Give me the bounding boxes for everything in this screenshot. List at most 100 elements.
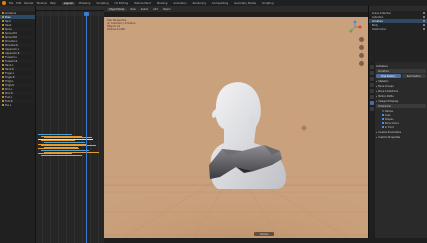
checkbox-icon[interactable] [382,118,384,120]
tool-tab-icon[interactable] [370,65,374,69]
menu-edit[interactable]: Edit [16,2,21,5]
bone-icon [2,92,4,94]
bone-icon [2,16,4,18]
tab-compositing[interactable]: Compositing [210,2,230,5]
tab-uv-editing[interactable]: UV Editing [113,2,131,5]
world-tab-icon[interactable] [370,89,374,93]
display-option-label: In Front [385,125,394,129]
vertices-stat: Vertices 12,456 [107,28,125,31]
bone-tab-icon[interactable] [370,107,374,111]
blender-logo-icon[interactable] [2,1,6,5]
visibility-eye-icon[interactable] [423,16,425,18]
grid-line [98,11,99,243]
pan-hand-icon[interactable] [359,45,364,50]
pose-position-button[interactable]: Pose Position [376,74,401,78]
rest-position-button[interactable]: Rest Position [401,74,426,78]
scene-tab-icon[interactable] [370,83,374,87]
outliner-row-label: Thigh.L [5,79,14,83]
section-inverse-kinematics[interactable]: Inverse Kinematics [376,130,426,134]
3d-cursor-icon[interactable] [301,125,307,131]
tab-geometry-nodes[interactable]: Geometry Nodes [232,2,258,5]
tab-rendering[interactable]: Rendering [191,2,208,5]
properties-object-name: Armature [376,64,388,68]
checkbox-icon[interactable] [382,126,384,128]
tab-animation[interactable]: Animation [171,2,188,5]
zoom-icon[interactable] [359,37,364,42]
section-custom-properties[interactable]: Custom Properties [376,135,426,139]
checkbox-icon[interactable] [382,122,384,124]
visibility-eye-icon[interactable] [423,12,425,14]
display-option-checkbox[interactable]: In Front [376,125,426,129]
bone-icon [2,88,4,90]
render-tab-icon[interactable] [370,71,374,75]
grid-line [74,11,75,243]
frame-ruler[interactable] [36,12,104,16]
tab-scripting[interactable]: Scripting [260,2,276,5]
playhead-marker[interactable] [84,12,89,16]
grid-icon[interactable] [359,61,364,66]
menu-help[interactable]: Help [50,2,56,5]
section-bone-collections[interactable]: Bone Collections [376,89,426,93]
bone-icon [2,28,4,30]
outliner-row-label: Shin.L [5,87,13,91]
section-bone-groups[interactable]: Bone Groups [376,84,426,88]
bone-icon [2,84,4,86]
checkbox-icon[interactable] [382,114,384,116]
pose-toggle-row: Pose Position Rest Position [376,74,426,78]
tab-sculpting[interactable]: Sculpting [94,2,110,5]
visibility-eye-icon[interactable] [423,28,425,30]
output-tab-icon[interactable] [370,77,374,81]
viewport-info-overlay: User Perspective (1) Collection | Armatu… [107,19,135,31]
visibility-eye-icon[interactable] [423,24,425,26]
menu-render[interactable]: Render [24,2,33,5]
section-motion-paths[interactable]: Motion Paths [376,94,426,98]
tab-texture-paint[interactable]: Texture Paint [132,2,153,5]
tab-shading[interactable]: Shading [155,2,170,5]
right-outliner-panel: Scene Collection Collection Armature Body Ch… [368,6,427,62]
outliner-row-label: Forearm.L [5,55,17,59]
navigation-gizmo-icon[interactable] [348,20,362,34]
outliner-row-label: Pose [5,15,11,19]
keyframe-strip[interactable] [41,154,82,156]
select-menu[interactable]: Select [140,8,149,11]
outliner-row-label: Finger.L [5,71,15,75]
collection-row-label: Scene Collection [372,11,392,15]
view-menu[interactable]: View [129,8,137,11]
checkbox-icon[interactable] [382,110,384,112]
outliner-row[interactable]: Toe.L [0,103,35,107]
right-outliner-list: Scene Collection Collection Armature Body Ch… [369,11,427,31]
display-as-dropdown[interactable]: Octahedral [376,104,426,108]
3d-viewport[interactable]: User Perspective (1) Collection | Armatu… [104,17,368,238]
bone-icon [2,80,4,82]
add-menu[interactable]: Add [152,8,159,11]
armature-data-tab-icon[interactable] [370,101,374,105]
menu-window[interactable]: Window [37,2,47,5]
section-skeleton[interactable]: Skeleton [376,79,426,83]
object-mode-dropdown[interactable]: Object Mode [107,7,127,11]
tab-layout[interactable]: Layout [61,1,75,5]
left-outliner-panel: Armature Pose Neck Head Spine Spine.001 Spine.… [0,6,36,243]
collection-row-label: Chest Armor [372,27,387,31]
bone-icon [2,36,4,38]
visibility-eye-icon[interactable] [423,20,425,22]
armature-name-field[interactable]: Armature [376,69,426,73]
bone-icon [2,52,4,54]
playhead-line[interactable] [86,12,87,243]
section-viewport-display[interactable]: Viewport Display [376,99,426,103]
display-option-label: Names [385,109,393,113]
grid-line [50,11,51,243]
outliner-row-label: Forearm.R [5,59,18,63]
dope-sheet-panel [36,6,104,243]
outliner-row-label: Shoulder.L [5,39,18,43]
outliner-row-label: Shin.R [5,91,13,95]
tab-modeling[interactable]: Modeling [77,2,93,5]
object-menu[interactable]: Object [162,8,172,11]
outliner-row-label: Toe.L [5,103,12,107]
camera-label[interactable]: Camera [254,232,274,236]
object-tab-icon[interactable] [370,95,374,99]
camera-icon[interactable] [359,53,364,58]
bone-icon [2,68,4,70]
collection-row[interactable]: Chest Armor [369,27,427,31]
bone-icon [2,60,4,62]
menu-file[interactable]: File [9,2,13,5]
